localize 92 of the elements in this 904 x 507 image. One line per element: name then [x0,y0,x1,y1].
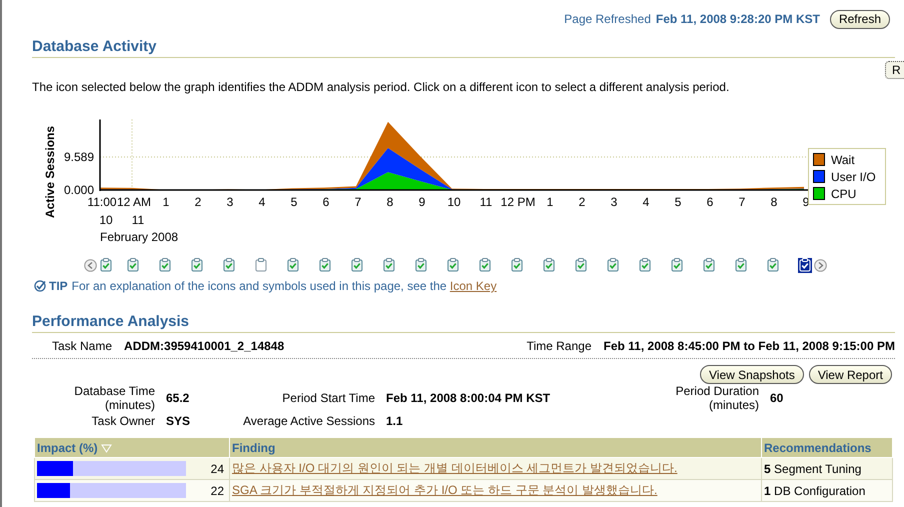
column-header[interactable]: Finding [230,438,762,458]
axis-tick-label: 10 [99,213,113,227]
clipboard-check-icon [704,258,714,272]
axis-tick-label: 9 [418,195,426,209]
axis-title: February 2008 [100,230,178,244]
axis-tick-label: 4 [258,195,266,209]
axis-tick-label: 3 [226,195,234,209]
clipboard-check-icon [128,258,138,272]
clipboard-check-icon [384,258,394,272]
field-value: 1.1 [385,414,404,428]
clipboard-check-icon [800,258,810,272]
axis-tick-label: 2 [578,195,586,209]
clipboard-check-icon [512,258,522,272]
legend-label: User I/O [831,170,876,184]
clipboard-check-icon [544,258,554,272]
refresh-button[interactable]: Refresh [830,10,890,28]
tip-label: TIP [49,279,68,293]
recommendation-text: 1 DB Configuration [764,484,866,498]
field-value: ADDM:3959410001_2_14848 [124,339,284,353]
axis-tick-label: 8 [386,195,394,209]
field-label: Database Time (minutes) [73,384,155,412]
axis-tick-label: 5 [674,195,682,209]
axis-tick-label: 0.000 [64,183,94,197]
axis-title: Active Sessions [43,126,57,218]
field-value: Feb 11, 2008 8:00:04 PM KST [385,391,552,405]
clipboard-check-icon [352,258,362,272]
axis-tick-label: 7 [738,195,746,209]
field-value: 60 [769,391,784,405]
clipboard-check-icon [768,258,778,272]
column-header[interactable]: Recommendations [762,438,892,458]
field-label: Period Start Time [281,391,375,405]
legend-label: Wait [831,152,855,166]
field-value: SYS [165,414,192,428]
clipboard-check-icon [608,258,618,272]
axis-tick-label: 8 [770,195,778,209]
clipboard-check-icon [224,258,234,272]
refresh-label: Page Refreshed [564,12,651,26]
action-button[interactable]: View Report [808,365,892,384]
column-header[interactable]: Impact (%) [34,438,230,458]
axis-tick-label: 1 [162,195,170,209]
axis-tick-label: 3 [610,195,618,209]
sort-icon [100,444,112,452]
clipboard-check-icon [288,258,298,272]
field-label: Task Owner [90,414,155,428]
clipboard-check-icon [416,258,426,272]
impact-value: 24 [210,462,224,476]
clipboard-check-icon [576,258,586,272]
axis-tick-label: 6 [322,195,330,209]
recommendation-text: 5 Segment Tuning [764,462,862,476]
axis-tick-label: 10 [447,195,461,209]
tip-text: For an explanation of the icons and symbols used in this page, see the Icon Key [72,279,497,293]
clipboard-check-icon [100,258,112,272]
clipboard-check-icon [640,258,650,272]
field-value: Feb 11, 2008 8:45:00 PM to Feb 11, 2008 9:15:00 PM [604,339,895,353]
axis-tick-label: 12 AM [116,195,152,209]
axis-tick-label: 7 [354,195,362,209]
axis-tick-label: 1 [546,195,554,209]
description-text: The icon selected below the graph identifies the ADDM analysis period. Click on a different icon to select a different analysis period. [32,80,730,94]
next-button[interactable] [814,258,827,272]
axis-tick-label: 11 [132,213,144,227]
field-value: 65.2 [165,391,190,405]
icon-key-link[interactable]: Icon Key [450,279,497,293]
field-label: Average Active Sessions [242,414,375,428]
clipboard-check-icon [192,258,202,272]
axis-tick-label: 9.589 [64,150,94,164]
legend-label: CPU [831,186,856,200]
field-label: Task Name [52,339,112,353]
clipboard-check-icon [736,258,746,272]
clipboard-check-icon [672,258,682,272]
clipboard-check-icon [448,258,458,272]
snapshot-button[interactable] [798,258,812,272]
axis-tick-label: 2 [194,195,202,209]
clipboard-check-icon [480,258,490,272]
refresh-time: Feb 11, 2008 9:28:20 PM KST [656,12,820,26]
axis-tick-label: 6 [706,195,714,209]
axis-tick-label: 12 PM [500,195,536,209]
previous-button[interactable] [84,258,97,272]
action-button[interactable]: View Snapshots [700,365,804,384]
impact-value: 22 [210,484,224,498]
field-label: Period Duration (minutes) [674,384,759,412]
section-title: Database Activity [32,38,895,58]
clipboard-check-icon [320,258,330,272]
axis-tick-label: 11 [480,195,492,209]
axis-tick-label: 11:00 [87,195,117,209]
clipboard-icon [256,258,266,272]
field-label: Time Range [526,339,592,353]
axis-tick-label: 4 [642,195,650,209]
axis-tick-label: 5 [290,195,298,209]
check-icon [34,280,46,292]
side-button[interactable]: R [885,61,904,79]
clipboard-check-icon [160,258,170,272]
section-title: Performance Analysis [32,313,895,333]
